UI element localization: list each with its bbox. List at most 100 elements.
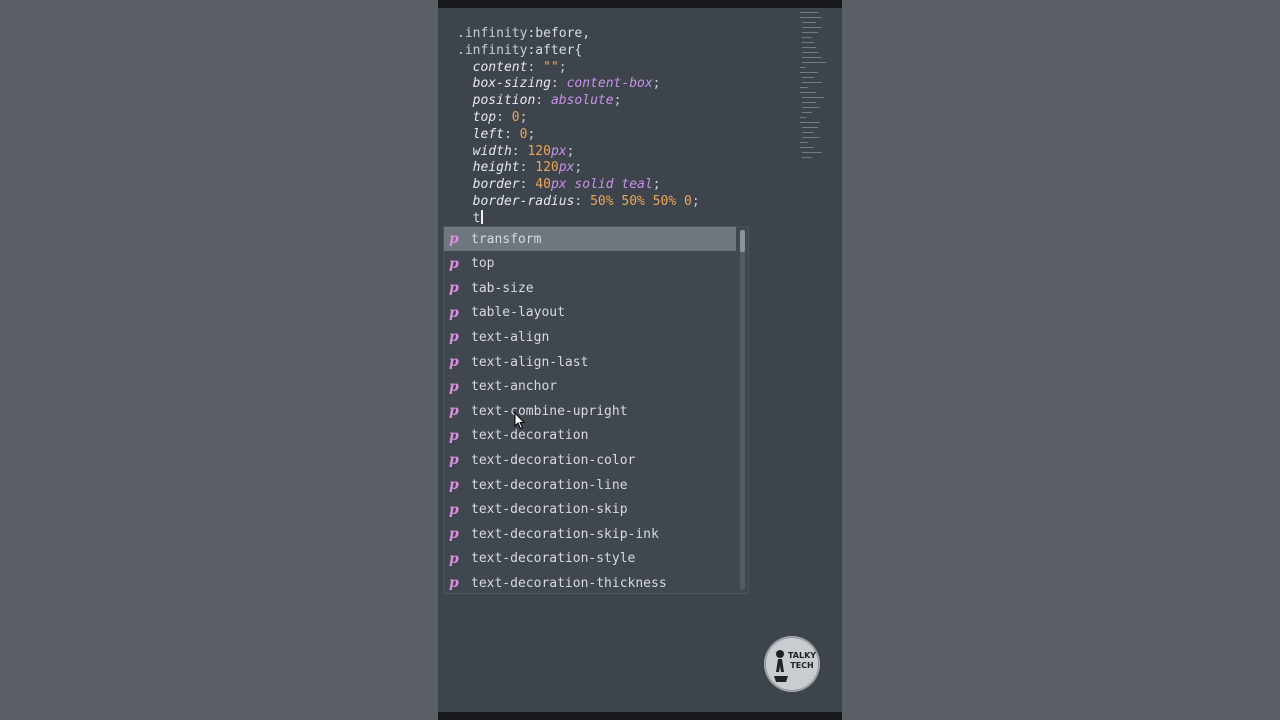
minimap-line: [802, 22, 816, 23]
autocomplete-item[interactable]: p text-align-last: [444, 350, 736, 374]
code-token: top: [457, 110, 497, 125]
minimap-line: [802, 62, 826, 63]
code-token: :after{: [527, 42, 583, 58]
code-token: :: [511, 143, 528, 159]
minimap-line: [802, 107, 820, 108]
autocomplete-item[interactable]: p text-combine-upright: [444, 399, 736, 423]
code-token: position: [457, 93, 536, 109]
code-token: ;: [574, 160, 583, 176]
code-line[interactable]: border-radius: 50% 50% 50% 0;: [457, 193, 700, 210]
logo-text: TALKY TECH: [787, 651, 817, 670]
autocomplete-item[interactable]: p text-decoration-style: [444, 547, 736, 571]
autocomplete-item-label: text-combine-upright: [471, 403, 628, 419]
code-token: ;: [691, 194, 700, 209]
code-token: px: [550, 143, 567, 159]
code-token: "": [543, 59, 559, 75]
autocomplete-item[interactable]: p table-layout: [444, 301, 736, 325]
autocomplete-item[interactable]: p text-align: [444, 325, 736, 349]
code-line[interactable]: width: 120px;: [457, 143, 575, 160]
autocomplete-item[interactable]: p transform: [444, 227, 736, 251]
code-token: 120: [535, 160, 559, 176]
property-icon: p: [449, 575, 459, 592]
autocomplete-popup[interactable]: p transform p top p tab-size p table-layout p tex…: [443, 226, 749, 594]
code-token: width: [457, 143, 512, 159]
code-token: ;: [566, 143, 575, 159]
code-token: 50% 50% 50% 0: [590, 194, 692, 209]
autocomplete-item[interactable]: p tab-size: [444, 276, 736, 300]
minimap[interactable]: [798, 8, 842, 168]
code-token: 120: [527, 143, 551, 159]
code-token: 40: [535, 177, 551, 193]
code-token: .infinity: [457, 26, 528, 41]
minimap-line: [802, 77, 814, 78]
code-token: :: [519, 177, 536, 193]
autocomplete-scrollbar-track[interactable]: [740, 230, 745, 590]
autocomplete-scrollbar-thumb[interactable]: [740, 230, 745, 252]
property-icon: p: [449, 329, 459, 346]
autocomplete-item[interactable]: p text-decoration: [444, 424, 736, 448]
code-token: box-sizing: [457, 76, 551, 92]
autocomplete-item-label: text-decoration-skip-ink: [471, 526, 659, 542]
autocomplete-item-label: transform: [471, 231, 542, 247]
left-backdrop: [0, 0, 438, 720]
code-token: :before,: [527, 26, 591, 41]
talky-tech-logo: TALKY TECH: [764, 636, 820, 692]
autocomplete-item[interactable]: p text-decoration-skip: [444, 498, 736, 522]
minimap-line: [800, 72, 818, 73]
code-line[interactable]: t: [457, 209, 484, 227]
autocomplete-item-label: text-decoration-skip: [471, 502, 628, 518]
code-token: content-box: [566, 76, 653, 92]
property-icon: p: [449, 403, 459, 420]
code-line[interactable]: content: "";: [457, 59, 567, 76]
autocomplete-item[interactable]: p text-anchor: [444, 375, 736, 399]
minimap-line: [802, 152, 822, 153]
code-token: :: [535, 93, 551, 109]
property-icon: p: [449, 452, 459, 469]
autocomplete-item[interactable]: p text-decoration-skip-ink: [444, 522, 736, 546]
property-icon: p: [449, 378, 459, 395]
autocomplete-item-label: text-decoration-color: [471, 452, 636, 468]
autocomplete-item-label: table-layout: [471, 305, 565, 321]
code-token: :: [550, 76, 567, 92]
code-token: 0: [511, 110, 520, 125]
code-line[interactable]: .infinity:after{: [457, 42, 582, 59]
code-line[interactable]: border: 40px solid teal;: [457, 176, 661, 193]
code-line[interactable]: left: 0;: [457, 126, 536, 143]
code-token: px: [558, 160, 575, 176]
property-icon: p: [449, 526, 459, 543]
autocomplete-item-label: text-decoration-thickness: [471, 575, 667, 591]
minimap-line: [802, 132, 814, 133]
code-token: ;: [652, 76, 661, 92]
minimap-line: [802, 57, 822, 58]
code-token: border: [457, 177, 520, 193]
code-token: :: [519, 160, 536, 176]
code-line[interactable]: top: 0;: [457, 109, 528, 126]
minimap-line: [802, 127, 818, 128]
minimap-line: [802, 82, 822, 83]
minimap-line: [802, 97, 824, 98]
code-line[interactable]: box-sizing: content-box;: [457, 75, 661, 92]
minimap-line: [802, 37, 812, 38]
code-line[interactable]: position: absolute;: [457, 92, 622, 109]
autocomplete-item[interactable]: p top: [444, 252, 736, 276]
property-icon: p: [449, 501, 459, 518]
minimap-line: [802, 47, 816, 48]
minimap-line: [802, 32, 818, 33]
minimap-line: [800, 92, 816, 93]
minimap-line: [802, 102, 816, 103]
autocomplete-item[interactable]: p text-decoration-color: [444, 448, 736, 472]
code-token: :: [496, 110, 512, 125]
minimap-line: [800, 122, 820, 123]
autocomplete-item[interactable]: p text-decoration-line: [444, 473, 736, 497]
autocomplete-item[interactable]: p text-decoration-thickness: [444, 571, 736, 595]
autocomplete-item-label: text-decoration-line: [471, 477, 628, 493]
code-line[interactable]: .infinity:before,: [457, 25, 590, 42]
autocomplete-item-label: tab-size: [471, 280, 534, 296]
right-backdrop: [842, 0, 1280, 720]
property-icon: p: [449, 280, 459, 297]
code-token: height: [457, 160, 520, 176]
code-line[interactable]: height: 120px;: [457, 159, 583, 176]
autocomplete-item-label: text-align-last: [471, 354, 589, 370]
code-token: absolute: [550, 93, 614, 109]
property-icon: p: [449, 255, 459, 272]
